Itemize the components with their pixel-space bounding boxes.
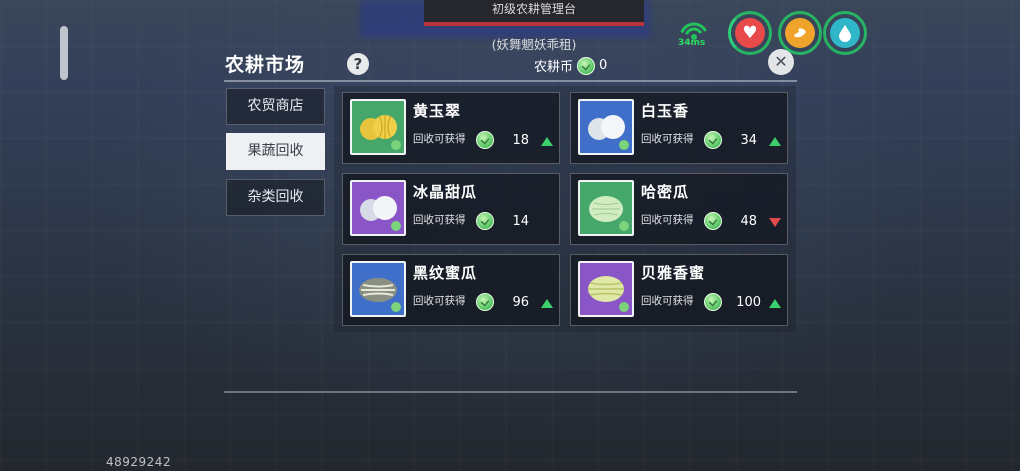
item-name: 冰晶甜瓜 bbox=[413, 183, 478, 201]
item-name: 贝雅香蜜 bbox=[641, 264, 706, 282]
item-price: 34 bbox=[740, 133, 757, 148]
currency-label: 农耕币 bbox=[534, 60, 574, 75]
panel-title: 农耕市场 bbox=[225, 54, 306, 76]
item-price: 100 bbox=[736, 295, 761, 310]
divider bbox=[224, 80, 797, 82]
item-price: 14 bbox=[512, 214, 529, 229]
farm-console-banner: 初级农耕管理台 bbox=[424, 0, 644, 26]
item-card[interactable]: 哈密瓜 回收可获得 48 bbox=[570, 173, 788, 245]
item-name: 黑纹蜜瓜 bbox=[413, 264, 478, 282]
water-status[interactable] bbox=[823, 11, 867, 55]
item-price: 48 bbox=[740, 214, 757, 229]
player-uid: 48929242 bbox=[106, 455, 172, 469]
help-button[interactable]: ? bbox=[347, 53, 369, 75]
coin-icon bbox=[704, 293, 722, 311]
item-card[interactable]: 白玉香 回收可获得 34 bbox=[570, 92, 788, 164]
recycle-label: 回收可获得 bbox=[641, 133, 694, 145]
item-name: 黄玉翠 bbox=[413, 102, 462, 120]
item-price: 96 bbox=[512, 295, 529, 310]
white-melon-icon bbox=[578, 99, 634, 155]
recycle-label: 回收可获得 bbox=[641, 214, 694, 226]
subtitle: (妖舞魍妖乖租) bbox=[491, 37, 577, 52]
health-status[interactable]: ♥ bbox=[728, 11, 772, 55]
trend-up-icon bbox=[769, 137, 781, 146]
item-card[interactable]: 贝雅香蜜 回收可获得 100 bbox=[570, 254, 788, 326]
hunger-status[interactable] bbox=[778, 11, 822, 55]
striped-melon-icon bbox=[350, 261, 406, 317]
item-card[interactable]: 冰晶甜瓜 回收可获得 14 bbox=[342, 173, 560, 245]
water-drop-icon bbox=[830, 18, 860, 48]
recycle-label: 回收可获得 bbox=[413, 214, 466, 226]
currency-display: 农耕币 0 bbox=[534, 56, 607, 75]
cantaloupe-icon bbox=[578, 180, 634, 236]
tab-produce-recycle[interactable]: 果蔬回收 bbox=[226, 133, 325, 170]
yellow-melon-icon bbox=[350, 99, 406, 155]
tab-misc-recycle[interactable]: 杂类回收 bbox=[226, 179, 325, 216]
recycle-label: 回收可获得 bbox=[641, 295, 694, 307]
honeydew-icon bbox=[578, 261, 634, 317]
recycle-label: 回收可获得 bbox=[413, 295, 466, 307]
item-name: 白玉香 bbox=[641, 102, 690, 120]
close-button[interactable]: ✕ bbox=[768, 49, 794, 75]
heart-icon: ♥ bbox=[735, 18, 765, 48]
currency-value: 0 bbox=[599, 58, 608, 73]
ping-value: 34ms bbox=[678, 38, 706, 48]
item-price: 18 bbox=[512, 133, 529, 148]
side-handle[interactable] bbox=[60, 26, 68, 80]
food-icon bbox=[785, 18, 815, 48]
divider bbox=[224, 391, 797, 393]
recycle-label: 回收可获得 bbox=[413, 133, 466, 145]
ice-melon-icon bbox=[350, 180, 406, 236]
trend-up-icon bbox=[541, 137, 553, 146]
trend-up-icon bbox=[769, 299, 781, 308]
item-card[interactable]: 黑纹蜜瓜 回收可获得 96 bbox=[342, 254, 560, 326]
trend-down-icon bbox=[769, 218, 781, 227]
tab-farm-shop[interactable]: 农贸商店 bbox=[226, 88, 325, 125]
item-name: 哈密瓜 bbox=[641, 183, 690, 201]
trend-up-icon bbox=[541, 299, 553, 308]
coin-icon bbox=[577, 56, 596, 75]
item-card[interactable]: 黄玉翠 回收可获得 18 bbox=[342, 92, 560, 164]
